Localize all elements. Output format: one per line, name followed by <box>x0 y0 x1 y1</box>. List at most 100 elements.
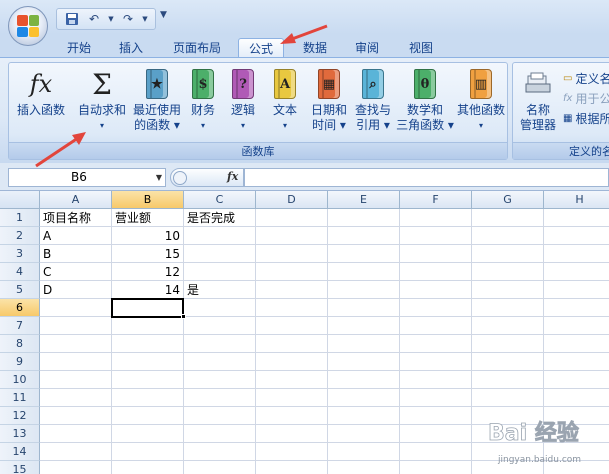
cell-h7[interactable] <box>544 317 609 335</box>
cell-b15[interactable] <box>112 461 184 474</box>
row-header-11[interactable]: 11 <box>0 389 40 407</box>
cell-c3[interactable] <box>184 245 256 263</box>
tab-home[interactable]: 开始 <box>60 38 98 58</box>
column-header-d[interactable]: D <box>256 191 328 209</box>
cell-c12[interactable] <box>184 407 256 425</box>
office-button[interactable] <box>8 6 48 46</box>
row-header-8[interactable]: 8 <box>0 335 40 353</box>
redo-dropdown-icon[interactable]: ▼ <box>141 11 149 27</box>
cell-h4[interactable] <box>544 263 609 281</box>
row-header-1[interactable]: 1 <box>0 209 40 227</box>
cell-c10[interactable] <box>184 371 256 389</box>
cell-a2[interactable]: A <box>40 227 112 245</box>
cell-e9[interactable] <box>328 353 400 371</box>
cell-f8[interactable] <box>400 335 472 353</box>
cell-b2[interactable]: 10 <box>112 227 184 245</box>
cell-b8[interactable] <box>112 335 184 353</box>
cell-e8[interactable] <box>328 335 400 353</box>
cell-f11[interactable] <box>400 389 472 407</box>
cell-b6[interactable] <box>112 299 184 317</box>
cell-c4[interactable] <box>184 263 256 281</box>
cell-g6[interactable] <box>472 299 544 317</box>
cell-a15[interactable] <box>40 461 112 474</box>
cell-a9[interactable] <box>40 353 112 371</box>
tab-review[interactable]: 审阅 <box>348 38 386 58</box>
define-name-button[interactable]: ▭ 定义名 <box>563 69 609 87</box>
cell-b1[interactable]: 营业额 <box>112 209 184 227</box>
column-header-h[interactable]: H <box>544 191 609 209</box>
cell-e14[interactable] <box>328 443 400 461</box>
more-functions-button[interactable]: ▥ 其他函数 ▾ <box>453 65 509 133</box>
tab-formulas[interactable]: 公式 <box>238 38 284 58</box>
expand-icon[interactable] <box>173 171 187 185</box>
autosum-button[interactable]: Σ 自动求和 ▾ <box>75 65 129 133</box>
text-button[interactable]: A 文本 ▾ <box>269 65 301 133</box>
redo-icon[interactable]: ↷ <box>119 11 137 27</box>
cell-g9[interactable] <box>472 353 544 371</box>
cell-a12[interactable] <box>40 407 112 425</box>
cell-d4[interactable] <box>256 263 328 281</box>
cell-a10[interactable] <box>40 371 112 389</box>
cell-f12[interactable] <box>400 407 472 425</box>
cell-g11[interactable] <box>472 389 544 407</box>
cell-a8[interactable] <box>40 335 112 353</box>
cell-e4[interactable] <box>328 263 400 281</box>
cell-g5[interactable] <box>472 281 544 299</box>
cell-e12[interactable] <box>328 407 400 425</box>
cell-d10[interactable] <box>256 371 328 389</box>
cell-h9[interactable] <box>544 353 609 371</box>
cell-d7[interactable] <box>256 317 328 335</box>
cell-e15[interactable] <box>328 461 400 474</box>
use-in-formula-button[interactable]: fx 用于公 <box>563 89 609 107</box>
financial-button[interactable]: $ 财务 ▾ <box>187 65 219 133</box>
customize-qat-icon[interactable]: ▼ <box>160 10 167 20</box>
cell-g10[interactable] <box>472 371 544 389</box>
cell-g4[interactable] <box>472 263 544 281</box>
cell-b13[interactable] <box>112 425 184 443</box>
row-header-4[interactable]: 4 <box>0 263 40 281</box>
row-header-13[interactable]: 13 <box>0 425 40 443</box>
recently-used-button[interactable]: ★ 最近使用 的函数 ▾ <box>129 65 185 133</box>
insert-function-fx-icon[interactable]: fx <box>227 170 238 183</box>
cell-h5[interactable] <box>544 281 609 299</box>
cell-e7[interactable] <box>328 317 400 335</box>
cell-e11[interactable] <box>328 389 400 407</box>
cell-c9[interactable] <box>184 353 256 371</box>
cell-e3[interactable] <box>328 245 400 263</box>
cell-h10[interactable] <box>544 371 609 389</box>
cell-f13[interactable] <box>400 425 472 443</box>
lookup-reference-button[interactable]: ⌕ 查找与 引用 ▾ <box>351 65 395 133</box>
cell-f5[interactable] <box>400 281 472 299</box>
cell-f15[interactable] <box>400 461 472 474</box>
cell-a13[interactable] <box>40 425 112 443</box>
cell-a1[interactable]: 项目名称 <box>40 209 112 227</box>
math-trig-button[interactable]: θ 数学和 三角函数 ▾ <box>393 65 457 133</box>
cell-d13[interactable] <box>256 425 328 443</box>
row-header-2[interactable]: 2 <box>0 227 40 245</box>
cell-f6[interactable] <box>400 299 472 317</box>
column-header-g[interactable]: G <box>472 191 544 209</box>
name-box-dropdown-icon[interactable]: ▼ <box>156 169 162 186</box>
formula-input[interactable] <box>244 168 609 187</box>
cell-f4[interactable] <box>400 263 472 281</box>
column-header-f[interactable]: F <box>400 191 472 209</box>
cell-c7[interactable] <box>184 317 256 335</box>
cell-f2[interactable] <box>400 227 472 245</box>
cell-a11[interactable] <box>40 389 112 407</box>
tab-view[interactable]: 视图 <box>402 38 440 58</box>
cell-e1[interactable] <box>328 209 400 227</box>
cell-e5[interactable] <box>328 281 400 299</box>
cell-b9[interactable] <box>112 353 184 371</box>
row-header-12[interactable]: 12 <box>0 407 40 425</box>
name-box[interactable]: B6 ▼ <box>8 168 166 187</box>
row-header-9[interactable]: 9 <box>0 353 40 371</box>
cell-c14[interactable] <box>184 443 256 461</box>
cell-h3[interactable] <box>544 245 609 263</box>
cell-e6[interactable] <box>328 299 400 317</box>
cell-d2[interactable] <box>256 227 328 245</box>
cell-g7[interactable] <box>472 317 544 335</box>
cell-c15[interactable] <box>184 461 256 474</box>
cell-a4[interactable]: C <box>40 263 112 281</box>
undo-icon[interactable]: ↶ <box>85 11 103 27</box>
column-header-a[interactable]: A <box>40 191 112 209</box>
